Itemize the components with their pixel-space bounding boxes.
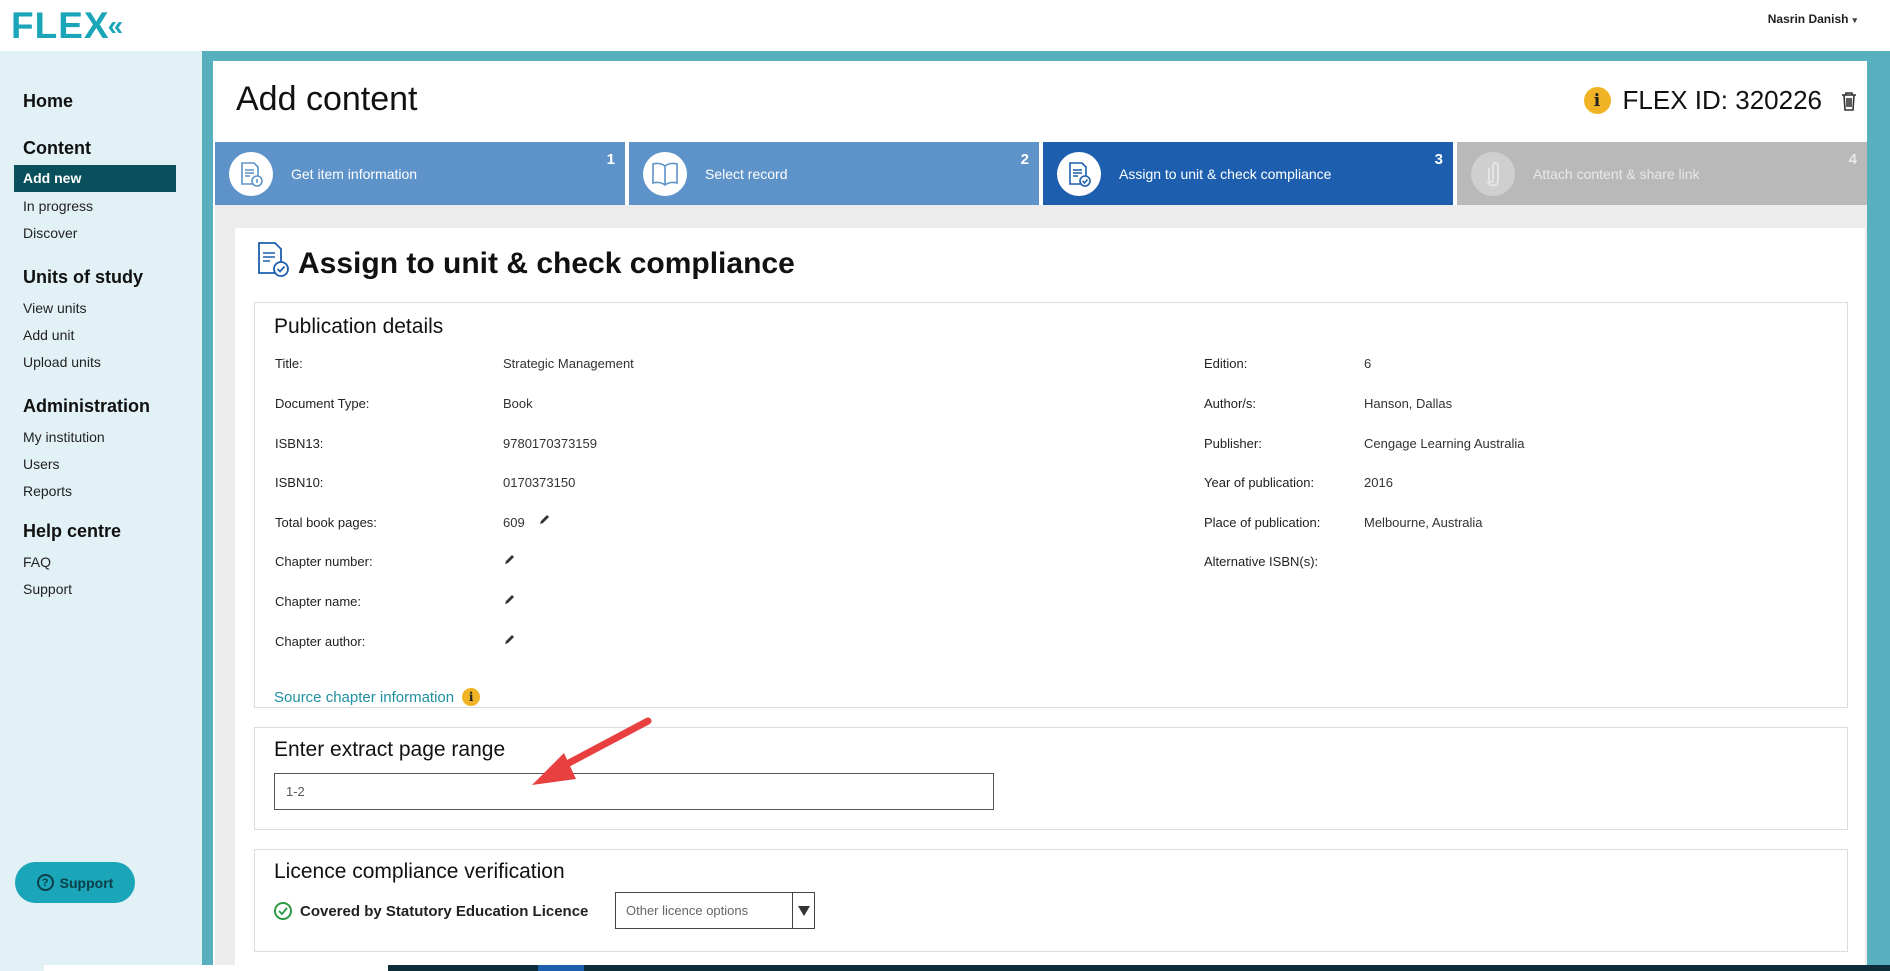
- total-pages-label: Total book pages:: [275, 515, 377, 530]
- support-button[interactable]: ? Support: [15, 862, 135, 903]
- user-menu[interactable]: Nasrin Danish ▾: [1768, 12, 1857, 26]
- logo-chevron-icon: «: [107, 10, 125, 41]
- caret-down-icon: ▾: [1852, 15, 1857, 25]
- document-check-icon: [1057, 151, 1101, 196]
- edit-chapter-number-pencil-icon[interactable]: [503, 553, 516, 571]
- edit-total-pages-pencil-icon[interactable]: [538, 513, 551, 531]
- isbn10-label: ISBN10:: [275, 475, 324, 490]
- alternative-isbn-label: Alternative ISBN(s):: [1204, 554, 1319, 569]
- edition-label: Edition:: [1204, 356, 1248, 371]
- licence-compliance-box: Licence compliance verification Covered …: [254, 849, 1848, 952]
- step-number: 3: [1434, 151, 1443, 168]
- chapter-number-label: Chapter number:: [275, 554, 373, 569]
- sidebar-heading-administration: Administration: [23, 396, 151, 416]
- document-type-value: Book: [503, 396, 533, 411]
- isbn10-value: 0170373150: [503, 475, 576, 490]
- step-attach-content[interactable]: Attach content & share link 4: [1457, 142, 1867, 205]
- step-number: 1: [606, 151, 615, 168]
- paperclip-icon: [1471, 151, 1515, 196]
- wizard-steps: Get item information 1 Select record 2 A…: [215, 142, 1867, 205]
- authors-label: Author/s:: [1204, 396, 1257, 411]
- sidebar-item-in-progress[interactable]: In progress: [23, 198, 93, 214]
- step-number: 4: [1848, 151, 1857, 168]
- extract-page-range-heading: Enter extract page range: [274, 738, 506, 761]
- authors-value: Hanson, Dallas: [1364, 396, 1453, 411]
- chapter-author-label: Chapter author:: [275, 634, 366, 649]
- chapter-name-label: Chapter name:: [275, 594, 361, 609]
- title-label: Title:: [275, 356, 303, 371]
- support-button-label: Support: [59, 874, 114, 891]
- flex-logo[interactable]: FLEX«: [11, 5, 124, 47]
- source-chapter-information-link[interactable]: Source chapter information i: [274, 688, 481, 706]
- step-number: 2: [1020, 151, 1029, 168]
- publication-details-heading: Publication details: [274, 315, 444, 338]
- sidebar-item-faq[interactable]: FAQ: [23, 554, 51, 570]
- step-label: Get item information: [291, 165, 418, 182]
- publisher-value: Cengage Learning Australia: [1364, 436, 1525, 451]
- extract-page-range-box: Enter extract page range: [254, 727, 1848, 830]
- dropdown-triangle-icon: [792, 893, 814, 928]
- edit-chapter-name-pencil-icon[interactable]: [503, 593, 516, 611]
- top-bar: FLEX« Nasrin Danish ▾: [0, 0, 1890, 51]
- place-value: Melbourne, Australia: [1364, 515, 1483, 530]
- licence-status-text: Covered by Statutory Education Licence: [300, 902, 589, 920]
- licence-compliance-heading: Licence compliance verification: [274, 860, 565, 883]
- place-label: Place of publication:: [1204, 515, 1321, 530]
- section-title: Assign to unit & check compliance: [298, 247, 795, 280]
- edition-value: 6: [1364, 356, 1372, 371]
- step-label: Assign to unit & check compliance: [1119, 165, 1332, 182]
- sidebar-home[interactable]: Home: [23, 91, 73, 112]
- flex-id-label: FLEX ID: 320226: [1622, 85, 1822, 115]
- check-circle-icon: [274, 902, 292, 920]
- sidebar-heading-units: Units of study: [23, 267, 143, 287]
- question-icon: ?: [36, 874, 54, 891]
- annotation-arrow-icon: [532, 717, 652, 785]
- page-title: Add content: [236, 80, 418, 118]
- taskbar-segment: [44, 965, 388, 971]
- info-icon[interactable]: i: [462, 688, 481, 706]
- sidebar-item-upload-units[interactable]: Upload units: [23, 354, 101, 370]
- sidebar-item-discover[interactable]: Discover: [23, 225, 77, 241]
- document-info-icon: [229, 151, 273, 196]
- year-label: Year of publication:: [1204, 475, 1315, 490]
- taskbar-active-segment: [538, 965, 584, 971]
- title-value: Strategic Management: [503, 356, 634, 371]
- user-name: Nasrin Danish: [1767, 12, 1849, 26]
- flex-id-bar: i FLEX ID: 320226: [1583, 85, 1858, 116]
- publication-details-box: Publication details Title: Strategic Man…: [254, 302, 1848, 708]
- sidebar-heading-content: Content: [23, 138, 91, 158]
- step-label: Attach content & share link: [1533, 165, 1700, 182]
- document-check-icon: [253, 240, 291, 283]
- open-book-icon: [643, 151, 687, 196]
- source-chapter-link-text: Source chapter information: [274, 688, 455, 706]
- step-get-item-information[interactable]: Get item information 1: [215, 142, 625, 205]
- step-select-record[interactable]: Select record 2: [629, 142, 1039, 205]
- isbn13-value: 9780170373159: [503, 436, 597, 451]
- trash-icon[interactable]: [1840, 90, 1858, 112]
- sidebar-item-support[interactable]: Support: [23, 581, 72, 597]
- licence-status: Covered by Statutory Education Licence: [274, 902, 588, 920]
- logo-text: FLEX: [11, 5, 110, 46]
- sidebar-item-my-institution[interactable]: My institution: [23, 429, 105, 445]
- sidebar-item-view-units[interactable]: View units: [23, 300, 87, 316]
- other-licence-options-select[interactable]: Other licence options: [615, 892, 815, 929]
- step-label: Select record: [705, 165, 788, 182]
- sidebar-heading-help: Help centre: [23, 521, 122, 541]
- isbn13-label: ISBN13:: [275, 436, 324, 451]
- year-value: 2016: [1364, 475, 1393, 490]
- edit-chapter-author-pencil-icon[interactable]: [503, 633, 516, 651]
- sidebar-item-reports[interactable]: Reports: [23, 483, 72, 499]
- total-pages-value: 609: [503, 515, 525, 530]
- sidebar-item-users[interactable]: Users: [23, 456, 60, 472]
- sidebar-item-add-new[interactable]: Add new: [14, 165, 176, 192]
- step-assign-compliance[interactable]: Assign to unit & check compliance 3: [1043, 142, 1453, 205]
- bottom-taskbar-strip: [44, 965, 1890, 971]
- document-type-label: Document Type:: [275, 396, 370, 411]
- info-icon[interactable]: i: [1583, 87, 1611, 114]
- publisher-label: Publisher:: [1204, 436, 1262, 451]
- sidebar-item-add-unit[interactable]: Add unit: [23, 327, 74, 343]
- select-value: Other licence options: [626, 903, 749, 918]
